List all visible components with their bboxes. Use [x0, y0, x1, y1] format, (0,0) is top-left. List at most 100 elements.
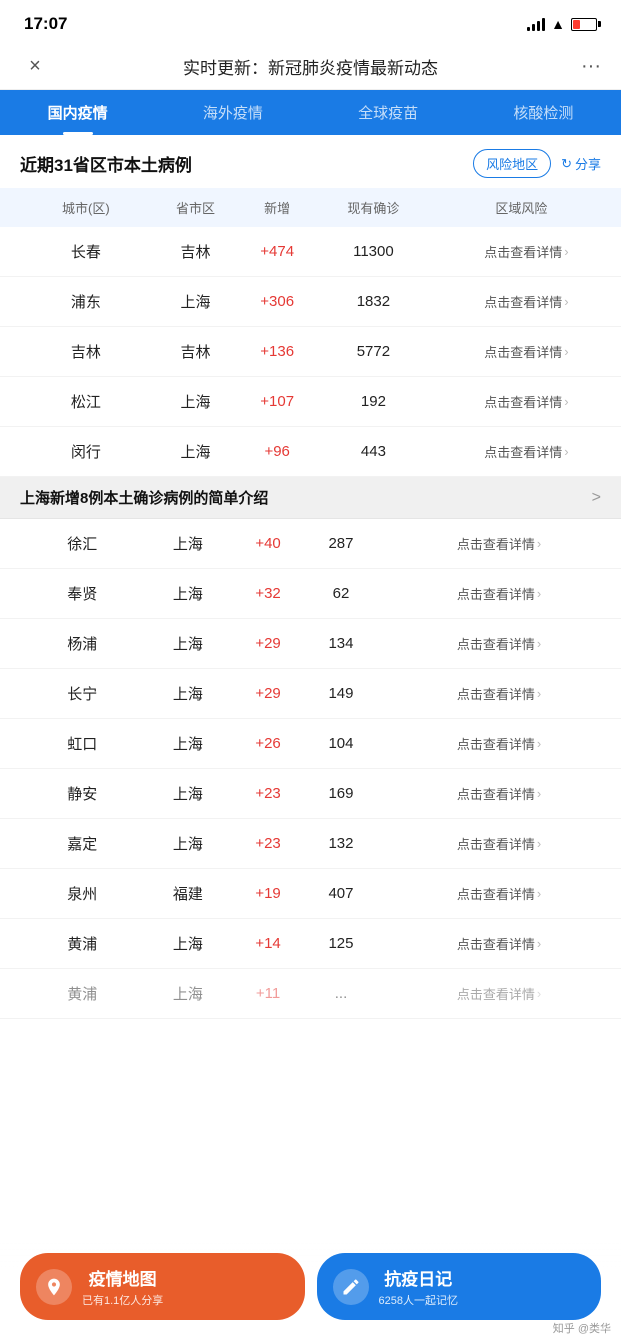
tab-overseas[interactable]: 海外疫情: [155, 90, 310, 135]
confirmed-cell: ...: [305, 969, 377, 1019]
detail-cell[interactable]: 点击查看详情 ›: [432, 377, 621, 427]
table-row[interactable]: 黄浦 上海 +14 125 点击查看详情 ›: [0, 919, 621, 969]
province-cell: 上海: [145, 519, 232, 569]
map-button[interactable]: 疫情地图 已有1.1亿人分享: [20, 1253, 305, 1320]
signal-icon: [527, 17, 545, 31]
province-cell: 吉林: [152, 327, 240, 377]
detail-cell[interactable]: 点击查看详情 ›: [377, 869, 621, 919]
section-title: 近期31省区市本土病例: [20, 151, 192, 176]
table-row[interactable]: 杨浦 上海 +29 134 点击查看详情 ›: [0, 619, 621, 669]
increase-cell: +107: [239, 377, 315, 427]
table-row[interactable]: 长春 吉林 +474 11300 点击查看详情 ›: [0, 227, 621, 277]
chevron-right-icon: ›: [537, 986, 541, 1001]
detail-cell[interactable]: 点击查看详情 ›: [377, 669, 621, 719]
city-cell: 奉贤: [0, 569, 145, 619]
table-header: 城市(区) 省市区 新增 现有确诊 区域风险: [0, 188, 621, 227]
col-confirmed: 现有确诊: [315, 188, 432, 227]
province-cell: 上海: [145, 769, 232, 819]
chevron-right-icon: ›: [537, 836, 541, 851]
tab-bar: 国内疫情 海外疫情 全球疫苗 核酸检测: [0, 90, 621, 135]
table-row[interactable]: 吉林 吉林 +136 5772 点击查看详情 ›: [0, 327, 621, 377]
table-row[interactable]: 浦东 上海 +306 1832 点击查看详情 ›: [0, 277, 621, 327]
table-row[interactable]: 闵行 上海 +96 443 点击查看详情 ›: [0, 427, 621, 477]
detail-cell[interactable]: 点击查看详情 ›: [432, 427, 621, 477]
bottom-bar: 疫情地图 已有1.1亿人分享 抗疫日记 6258人一起记忆: [0, 1241, 621, 1344]
confirmed-cell: 443: [315, 427, 432, 477]
increase-cell: +40: [231, 519, 305, 569]
table-row[interactable]: 静安 上海 +23 169 点击查看详情 ›: [0, 769, 621, 819]
map-btn-main-text: 疫情地图: [82, 1265, 163, 1290]
tab-domestic[interactable]: 国内疫情: [0, 90, 155, 135]
detail-cell[interactable]: 点击查看详情 ›: [377, 919, 621, 969]
table-row[interactable]: 黄浦 上海 +11 ... 点击查看详情 ›: [0, 969, 621, 1019]
city-cell: 长春: [0, 227, 152, 277]
wifi-icon: ▲: [551, 16, 565, 32]
top-nav: × 实时更新：新冠肺炎疫情最新动态 ···: [0, 44, 621, 90]
province-cell: 上海: [145, 919, 232, 969]
confirmed-cell: 1832: [315, 277, 432, 327]
chevron-right-icon: ›: [564, 294, 568, 309]
table-row[interactable]: 徐汇 上海 +40 287 点击查看详情 ›: [0, 519, 621, 569]
table-row[interactable]: 长宁 上海 +29 149 点击查看详情 ›: [0, 669, 621, 719]
chevron-right-icon: ›: [537, 886, 541, 901]
detail-cell[interactable]: 点击查看详情 ›: [432, 227, 621, 277]
status-bar: 17:07 ▲: [0, 0, 621, 44]
section-header: 近期31省区市本土病例 风险地区 ↻ 分享: [0, 135, 621, 188]
city-cell: 闵行: [0, 427, 152, 477]
diary-btn-main-text: 抗疫日记: [379, 1265, 458, 1290]
city-cell: 徐汇: [0, 519, 145, 569]
data-table: 城市(区) 省市区 新增 现有确诊 区域风险 长春 吉林 +474 11300 …: [0, 188, 621, 477]
chevron-right-icon: ›: [564, 444, 568, 459]
confirmed-cell: 407: [305, 869, 377, 919]
detail-cell[interactable]: 点击查看详情 ›: [377, 569, 621, 619]
page-title: 实时更新：新冠肺炎疫情最新动态: [50, 54, 571, 79]
detail-cell[interactable]: 点击查看详情 ›: [377, 819, 621, 869]
increase-cell: +29: [231, 619, 305, 669]
data-table-2: 徐汇 上海 +40 287 点击查看详情 › 奉贤 上海 +32 62 点击查看…: [0, 519, 621, 1019]
province-cell: 上海: [145, 669, 232, 719]
city-cell: 杨浦: [0, 619, 145, 669]
tab-vaccine[interactable]: 全球疫苗: [311, 90, 466, 135]
city-cell: 虹口: [0, 719, 145, 769]
chevron-right-icon: ›: [537, 586, 541, 601]
table-row[interactable]: 虹口 上海 +26 104 点击查看详情 ›: [0, 719, 621, 769]
detail-cell[interactable]: 点击查看详情 ›: [377, 619, 621, 669]
province-cell: 上海: [145, 969, 232, 1019]
banner-row[interactable]: 上海新增8例本土确诊病例的简单介绍 >: [0, 477, 621, 519]
chevron-right-icon: ›: [564, 344, 568, 359]
province-cell: 上海: [152, 277, 240, 327]
table-row[interactable]: 泉州 福建 +19 407 点击查看详情 ›: [0, 869, 621, 919]
chevron-right-icon: ›: [537, 636, 541, 651]
detail-cell[interactable]: 点击查看详情 ›: [377, 519, 621, 569]
increase-cell: +11: [231, 969, 305, 1019]
confirmed-cell: 192: [315, 377, 432, 427]
diary-button[interactable]: 抗疫日记 6258人一起记忆: [317, 1253, 602, 1320]
close-button[interactable]: ×: [20, 55, 50, 78]
risk-button[interactable]: 风险地区: [473, 149, 551, 178]
diary-btn-sub-text: 6258人一起记忆: [379, 1292, 458, 1308]
detail-cell[interactable]: 点击查看详情 ›: [377, 769, 621, 819]
increase-cell: +26: [231, 719, 305, 769]
col-province: 省市区: [152, 188, 240, 227]
detail-cell[interactable]: 点击查看详情 ›: [377, 719, 621, 769]
increase-cell: +29: [231, 669, 305, 719]
chevron-right-icon: ›: [537, 786, 541, 801]
confirmed-cell: 287: [305, 519, 377, 569]
table-row[interactable]: 奉贤 上海 +32 62 点击查看详情 ›: [0, 569, 621, 619]
city-cell: 长宁: [0, 669, 145, 719]
col-increase: 新增: [239, 188, 315, 227]
increase-cell: +19: [231, 869, 305, 919]
province-cell: 上海: [152, 427, 240, 477]
province-cell: 上海: [145, 569, 232, 619]
detail-cell[interactable]: 点击查看详情 ›: [377, 969, 621, 1019]
tab-test[interactable]: 核酸检测: [466, 90, 621, 135]
share-button[interactable]: ↻ 分享: [561, 154, 601, 173]
detail-cell[interactable]: 点击查看详情 ›: [432, 327, 621, 377]
city-cell: 黄浦: [0, 919, 145, 969]
chevron-right-icon: ›: [537, 536, 541, 551]
more-button[interactable]: ···: [571, 55, 601, 78]
table-row[interactable]: 松江 上海 +107 192 点击查看详情 ›: [0, 377, 621, 427]
table-row[interactable]: 嘉定 上海 +23 132 点击查看详情 ›: [0, 819, 621, 869]
detail-cell[interactable]: 点击查看详情 ›: [432, 277, 621, 327]
col-risk: 区域风险: [432, 188, 621, 227]
